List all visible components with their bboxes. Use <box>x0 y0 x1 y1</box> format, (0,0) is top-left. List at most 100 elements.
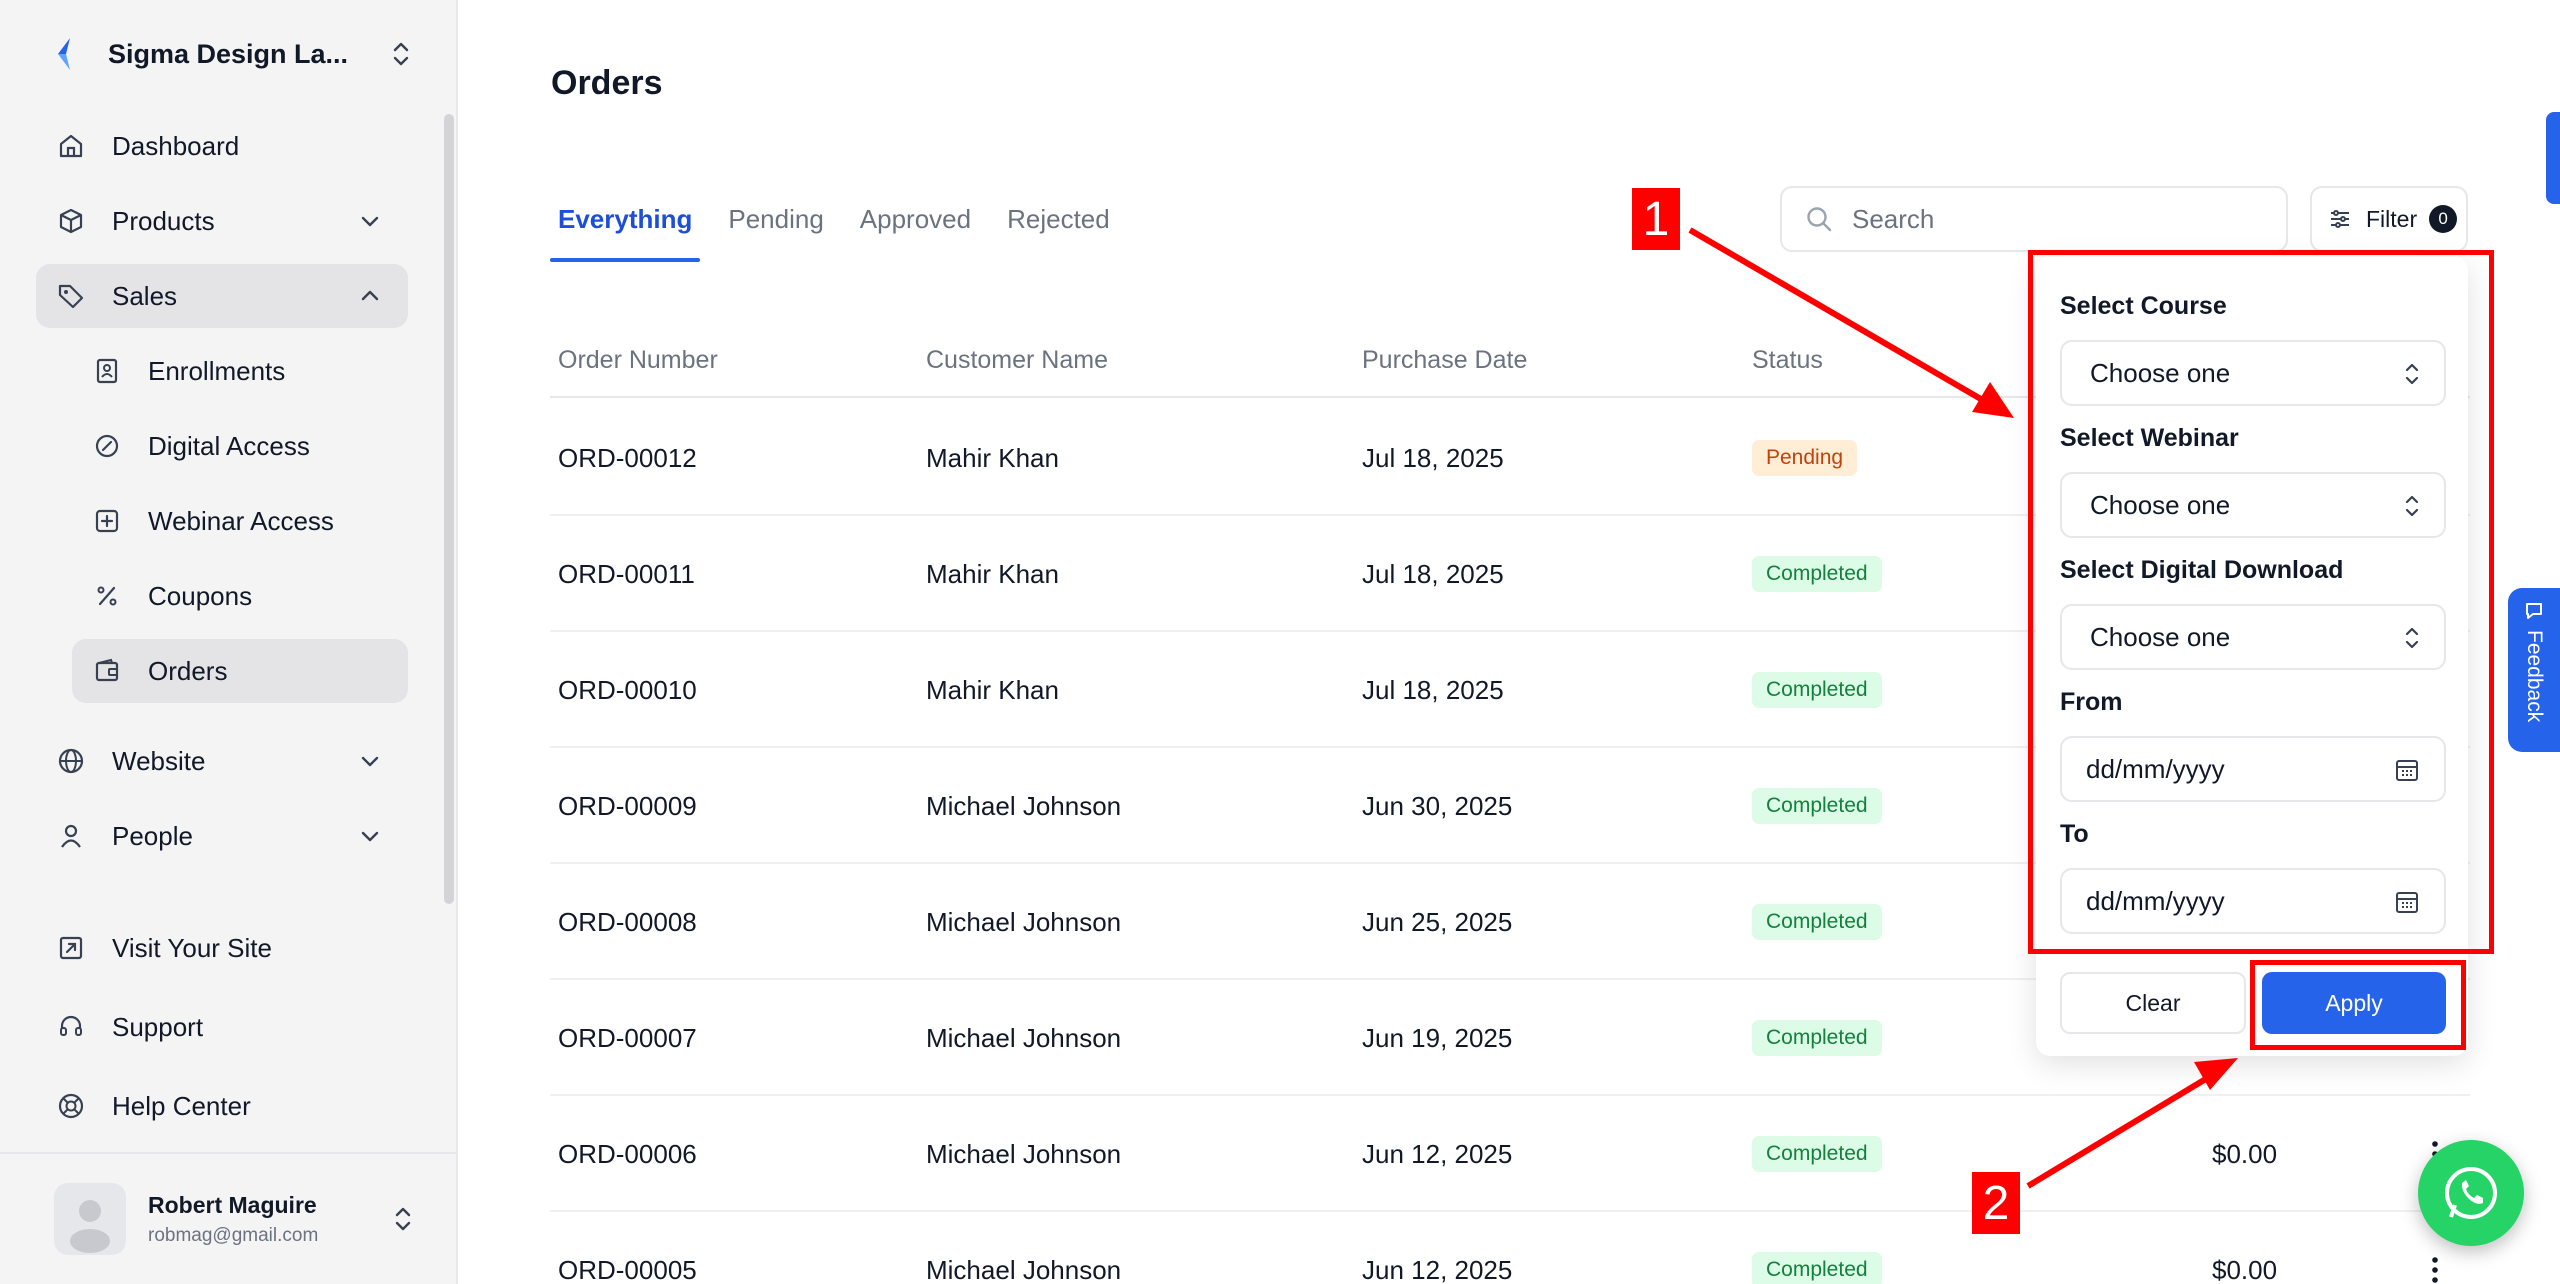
tab-everything[interactable]: Everything <box>550 196 701 262</box>
tab-rejected[interactable]: Rejected <box>999 196 1118 262</box>
order-number-cell: ORD-00011 <box>558 516 695 632</box>
sidebar-item-orders[interactable]: Orders <box>72 639 408 703</box>
order-number-cell: ORD-00009 <box>558 748 697 864</box>
purchase-date-cell: Jul 18, 2025 <box>1362 400 1504 516</box>
status-badge: Pending <box>1752 440 1858 476</box>
sidebar-item-label: People <box>112 820 193 851</box>
chevron-updown-icon <box>395 1207 411 1231</box>
support-link[interactable]: Support <box>36 995 408 1059</box>
sliders-icon <box>2331 210 2349 228</box>
customer-name-cell: Michael Johnson <box>926 1096 1121 1212</box>
search-icon <box>1807 207 1832 232</box>
status-cell: Completed <box>1752 864 1882 980</box>
sidebar-item-enrollments[interactable]: Enrollments <box>72 339 408 403</box>
user-icon <box>56 821 86 851</box>
filter-label: Filter <box>2366 205 2418 232</box>
user-menu[interactable]: Robert Maguire robmag@gmail.com <box>54 1182 414 1256</box>
filter-button[interactable]: Filter 0 <box>2310 186 2468 252</box>
purchase-date-cell: Jun 30, 2025 <box>1362 748 1512 864</box>
avatar <box>54 1183 126 1255</box>
feedback-tab[interactable]: Feedback <box>2508 588 2560 752</box>
sidebar-item-label: Dashboard <box>112 130 240 161</box>
purchase-date: Jun 30, 2025 <box>1362 790 1513 821</box>
lifebuoy-icon <box>56 1091 86 1121</box>
column-status[interactable]: Status <box>1752 346 1823 375</box>
order-number: ORD-00012 <box>558 442 697 473</box>
status-cell: Pending <box>1752 400 1858 516</box>
customer-name-cell: Michael Johnson <box>926 980 1121 1096</box>
help-center-link[interactable]: Help Center <box>36 1074 408 1138</box>
status-badge: Completed <box>1752 788 1882 824</box>
sidebar-item-label: Products <box>112 205 215 236</box>
sidebar-item-label: Enrollments <box>148 355 286 386</box>
tab-pending[interactable]: Pending <box>720 196 831 262</box>
plus-square-icon <box>92 506 122 536</box>
sidebar-item-webinar-access[interactable]: Webinar Access <box>72 489 408 553</box>
column-customer-name[interactable]: Customer Name <box>926 346 1108 375</box>
search-input[interactable] <box>1852 203 2252 235</box>
customer-name: Mahir Khan <box>926 558 1059 589</box>
order-number-cell: ORD-00012 <box>558 400 697 516</box>
order-number-cell: ORD-00005 <box>558 1212 697 1284</box>
chevron-down-icon <box>361 831 379 842</box>
tab-approved[interactable]: Approved <box>852 196 979 262</box>
amount-cell: $0.00 <box>2212 1096 2277 1212</box>
contact-card-icon <box>92 356 122 386</box>
purchase-date-cell: Jun 25, 2025 <box>1362 864 1512 980</box>
side-tab-edge[interactable] <box>2546 112 2560 204</box>
amount-cell: $0.00 <box>2212 1212 2277 1284</box>
sidebar-item-products[interactable]: Products <box>36 189 408 253</box>
sidebar-item-people[interactable]: People <box>36 804 408 868</box>
table-row[interactable]: ORD-00005 Michael Johnson Jun 12, 2025 Comp… <box>550 1212 2470 1284</box>
home-icon <box>56 131 86 161</box>
customer-name-cell: Michael Johnson <box>926 864 1121 980</box>
column-order-number[interactable]: Order Number <box>558 346 718 375</box>
chevron-down-icon <box>361 756 379 767</box>
order-amount: $0.00 <box>2212 1254 2278 1284</box>
whatsapp-chat-button[interactable] <box>2418 1140 2524 1246</box>
purchase-date-cell: Jun 12, 2025 <box>1362 1212 1512 1284</box>
brand-logo-icon <box>58 38 70 70</box>
sidebar-item-dashboard[interactable]: Dashboard <box>36 114 408 178</box>
order-number: ORD-00009 <box>558 790 697 821</box>
sidebar-scrollbar[interactable] <box>444 114 454 904</box>
annotation-label-1: 1 <box>1632 188 1680 250</box>
purchase-date: Jun 19, 2025 <box>1362 1022 1513 1053</box>
order-number-cell: ORD-00010 <box>558 632 697 748</box>
sidebar-item-website[interactable]: Website <box>36 729 408 793</box>
status-cell: Completed <box>1752 1212 1882 1284</box>
status-badge: Completed <box>1752 1252 1882 1284</box>
customer-name-cell: Mahir Khan <box>926 516 1059 632</box>
box-icon <box>56 206 86 236</box>
purchase-date-cell: Jul 18, 2025 <box>1362 632 1504 748</box>
annotation-label-2: 2 <box>1972 1172 2020 1234</box>
order-number: ORD-00010 <box>558 674 697 705</box>
filter-count-badge: 0 <box>2429 205 2458 233</box>
avatar-placeholder-icon <box>70 1200 110 1253</box>
status-cell: Completed <box>1752 748 1882 864</box>
visit-site-link[interactable]: Visit Your Site <box>36 916 408 980</box>
table-row[interactable]: ORD-00006 Michael Johnson Jun 12, 2025 Comp… <box>550 1096 2470 1212</box>
sidebar-item-label: Orders <box>148 655 228 686</box>
purchase-date: Jul 18, 2025 <box>1362 674 1504 705</box>
kebab-menu-icon[interactable] <box>2431 1255 2439 1284</box>
workspace-switcher[interactable]: Sigma Design La... <box>52 30 412 78</box>
sidebar-item-label: Digital Access <box>148 430 310 461</box>
status-badge: Completed <box>1752 904 1882 940</box>
clear-button[interactable]: Clear <box>2060 972 2246 1034</box>
feedback-label: Feedback <box>2523 630 2546 723</box>
sidebar-item-coupons[interactable]: Coupons <box>72 564 408 628</box>
annotation-box-filter-fields <box>2028 250 2494 954</box>
purchase-date: Jun 25, 2025 <box>1362 906 1513 937</box>
customer-name: Michael Johnson <box>926 1022 1122 1053</box>
user-email: robmag@gmail.com <box>148 1224 319 1246</box>
sidebar-item-sales[interactable]: Sales <box>36 264 408 328</box>
status-badge: Completed <box>1752 672 1882 708</box>
sidebar-item-digital-access[interactable]: Digital Access <box>72 414 408 478</box>
column-purchase-date[interactable]: Purchase Date <box>1362 346 1527 375</box>
status-badge: Completed <box>1752 556 1882 592</box>
globe-icon <box>56 746 86 776</box>
order-number: ORD-00008 <box>558 906 697 937</box>
sidebar-divider <box>0 1152 456 1154</box>
sidebar-item-label: Website <box>112 745 206 776</box>
